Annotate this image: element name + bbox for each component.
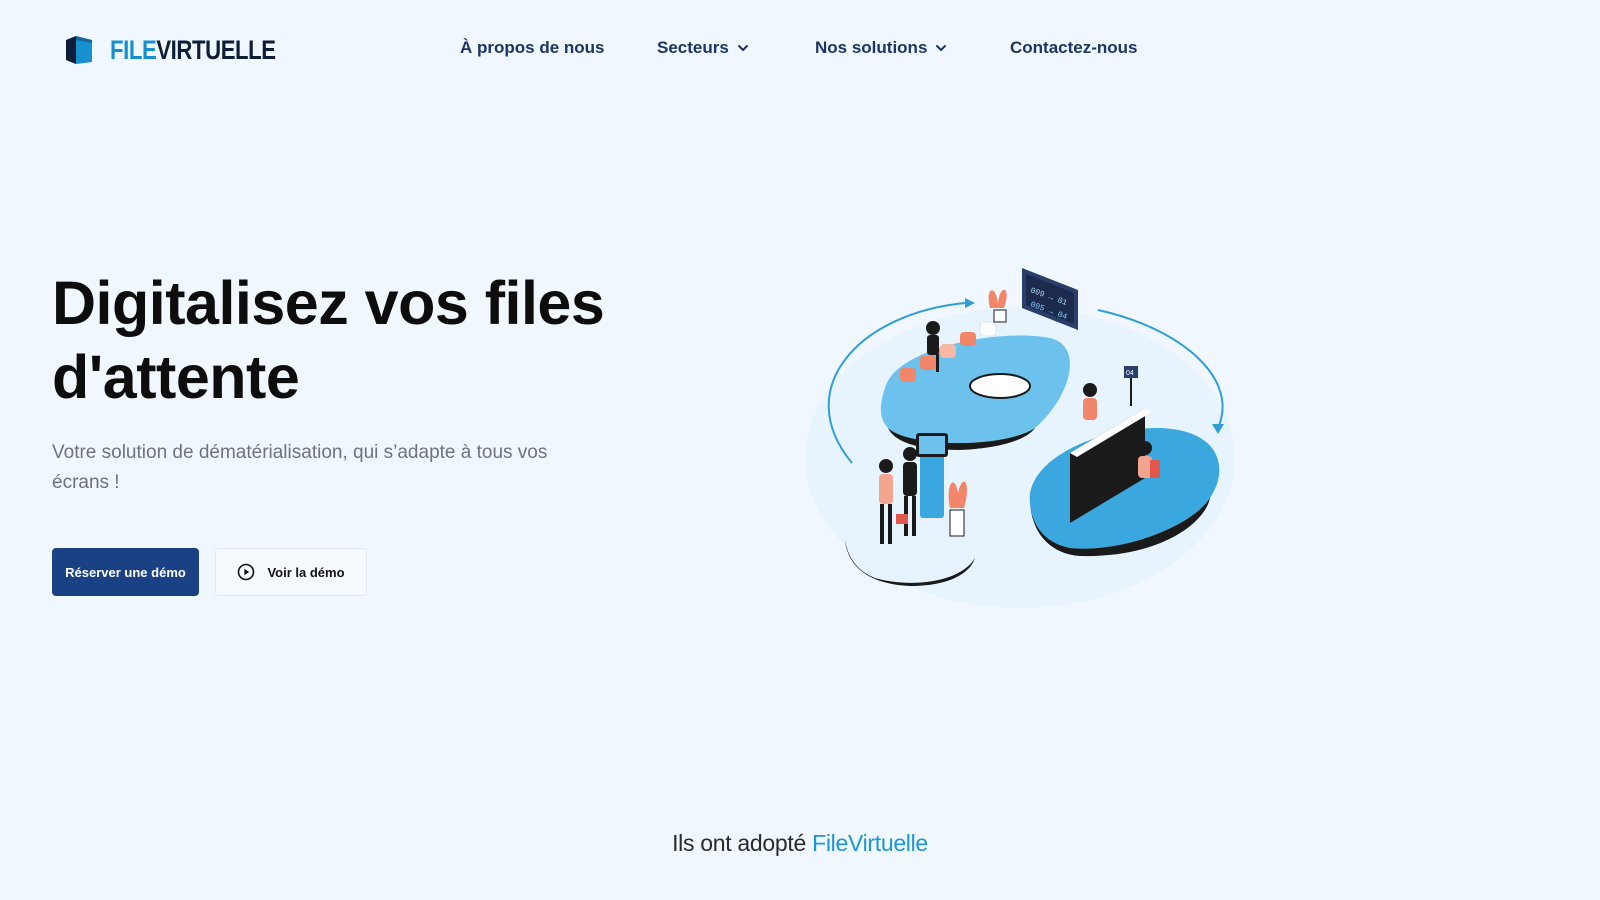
logo-part-virtuelle: VIRTUELLE <box>156 34 276 65</box>
nav-item-label: À propos de nous <box>460 38 605 57</box>
page: FILEVIRTUELLE À propos de nous Secteurs … <box>0 0 1600 900</box>
book-demo-button[interactable]: Réserver une démo <box>52 548 199 596</box>
nav-item-a-propos[interactable]: À propos de nous <box>460 38 605 58</box>
adopted-by-prefix: Ils ont adopté <box>672 830 813 856</box>
adopted-by-heading: Ils ont adopté FileVirtuelle <box>0 830 1600 857</box>
chevron-down-icon <box>936 45 947 51</box>
queue-illustration: 009 → 01 005 → 04 04 <box>805 268 1235 608</box>
adopted-by-brand: FileVirtuelle <box>812 830 928 856</box>
play-circle-icon <box>238 563 255 581</box>
logo-mark-icon <box>66 36 92 64</box>
nav-item-secteurs[interactable]: Secteurs <box>657 38 749 58</box>
logo-wordmark: FILEVIRTUELLE <box>110 35 276 66</box>
counter-number: 04 <box>1126 370 1134 377</box>
nav-item-contact[interactable]: Contactez-nous <box>1010 38 1138 58</box>
nav-item-nos-solutions[interactable]: Nos solutions <box>815 38 947 58</box>
hero-title: Digitalisez vos files d'attente <box>52 269 605 411</box>
nav-item-label: Contactez-nous <box>1010 38 1138 57</box>
logo[interactable]: FILEVIRTUELLE <box>66 34 312 66</box>
watch-demo-button-label: Voir la démo <box>267 564 345 580</box>
chevron-down-icon <box>737 45 748 51</box>
hero-subtitle: Votre solution de dématérialisation, qui… <box>52 442 548 493</box>
book-demo-button-label: Réserver une démo <box>65 564 186 580</box>
logo-part-file: FILE <box>110 34 157 65</box>
nav-item-label: Nos solutions <box>815 38 928 57</box>
watch-demo-button[interactable]: Voir la démo <box>215 548 367 596</box>
nav-item-label: Secteurs <box>657 38 729 57</box>
